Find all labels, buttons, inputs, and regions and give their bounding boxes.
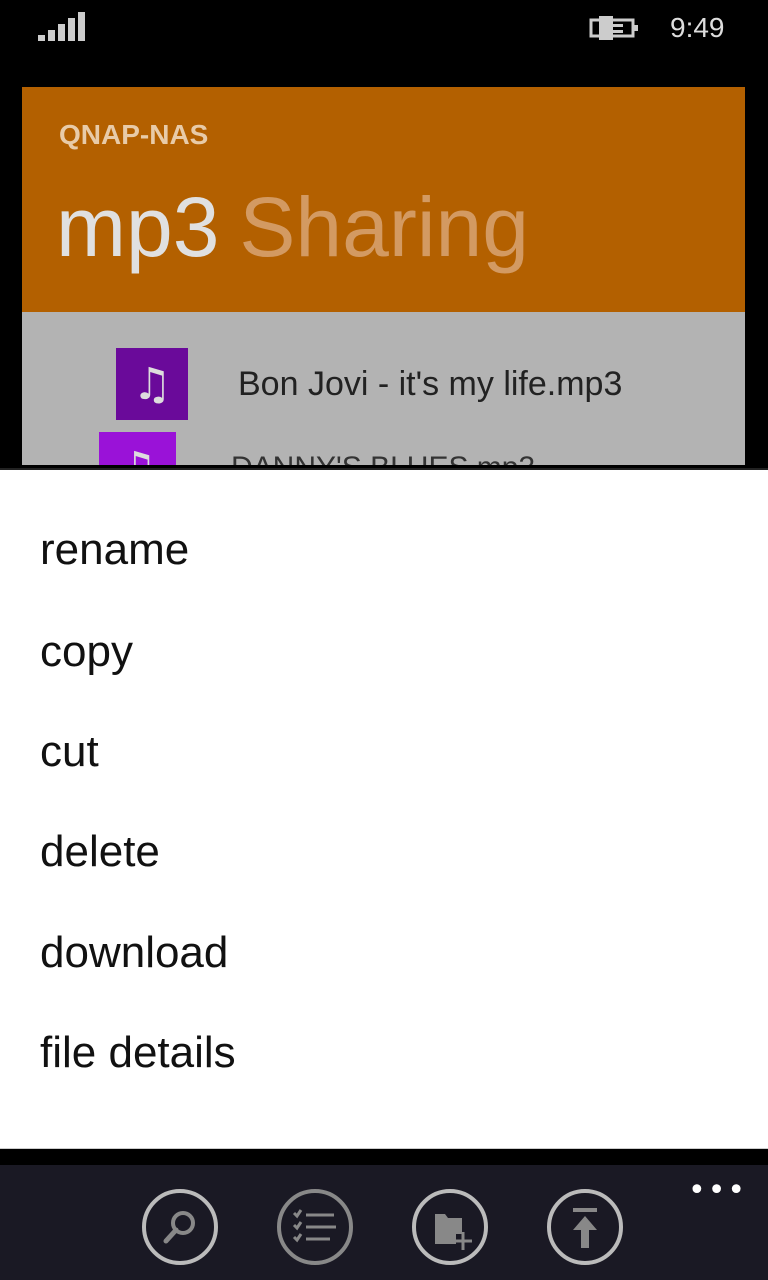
menu-item-cut[interactable]: cut xyxy=(40,727,99,777)
file-list: ♫ Bon Jovi - it's my life.mp3 ♫ DANNY'S … xyxy=(22,312,745,465)
menu-item-download[interactable]: download xyxy=(40,928,228,978)
clock: 9:49 xyxy=(670,12,725,43)
battery-charging-icon xyxy=(589,16,638,40)
search-button[interactable] xyxy=(142,1189,218,1265)
context-menu: rename copy cut delete download file det… xyxy=(0,468,768,1149)
music-file-icon: ♫ xyxy=(116,348,188,420)
signal-icon xyxy=(38,12,85,41)
menu-item-rename[interactable]: rename xyxy=(40,525,189,575)
more-options-button[interactable]: ••• xyxy=(688,1173,747,1208)
pivot-item-sharing[interactable]: Sharing xyxy=(239,180,529,274)
select-button[interactable] xyxy=(277,1189,353,1265)
checklist-icon xyxy=(292,1209,336,1243)
music-file-icon: ♫ xyxy=(99,432,176,465)
pivot-item-mp3[interactable]: mp3 xyxy=(56,180,219,274)
pivot-header: mp3 Sharing xyxy=(56,179,529,276)
new-folder-icon xyxy=(435,1214,472,1250)
upload-icon xyxy=(573,1208,597,1248)
app-header: QNAP-NAS mp3 Sharing xyxy=(22,87,745,312)
menu-item-delete[interactable]: delete xyxy=(40,827,160,877)
file-name: DANNY'S BLUES.mp3 xyxy=(231,451,535,465)
file-item[interactable]: ♫ Bon Jovi - it's my life.mp3 xyxy=(116,348,622,420)
app-bar: ••• xyxy=(0,1165,768,1280)
new-folder-button[interactable] xyxy=(412,1189,488,1265)
menu-item-copy[interactable]: copy xyxy=(40,627,133,677)
search-icon xyxy=(163,1211,195,1244)
file-item[interactable]: ♫ DANNY'S BLUES.mp3 xyxy=(99,432,535,465)
app-title: QNAP-NAS xyxy=(59,119,209,150)
file-name: Bon Jovi - it's my life.mp3 xyxy=(238,364,623,403)
status-bar: 9:49 xyxy=(0,0,768,70)
upload-button[interactable] xyxy=(547,1189,623,1265)
menu-item-file-details[interactable]: file details xyxy=(40,1028,236,1078)
